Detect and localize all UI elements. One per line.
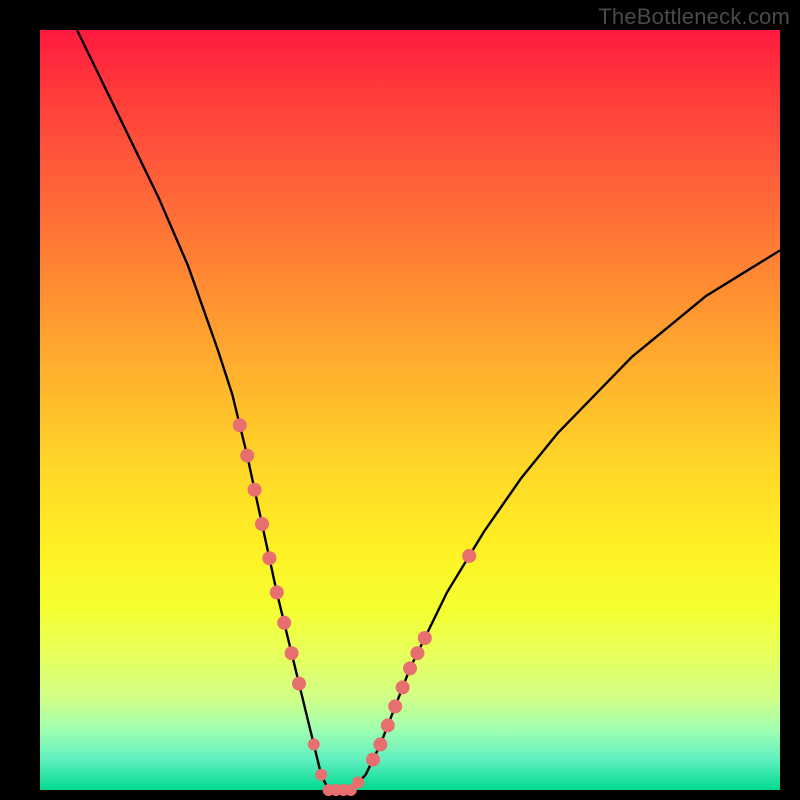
marker-dot — [240, 449, 254, 463]
marker-dot — [255, 517, 269, 531]
bottleneck-curve — [77, 30, 780, 790]
marker-dot — [292, 677, 306, 691]
marker-dot — [373, 737, 387, 751]
marker-dot — [233, 418, 247, 432]
marker-dot — [352, 776, 364, 788]
marker-dot — [285, 646, 299, 660]
watermark-text: TheBottleneck.com — [598, 4, 790, 30]
marker-dot — [277, 616, 291, 630]
marker-dot — [270, 585, 284, 599]
curve-svg — [40, 30, 780, 790]
marker-dot — [381, 718, 395, 732]
marker-dot — [248, 483, 262, 497]
marker-dot — [262, 551, 276, 565]
marker-dot — [388, 699, 402, 713]
marker-dot — [315, 769, 327, 781]
marker-dot — [366, 753, 380, 767]
plot-area — [40, 30, 780, 790]
marker-dot — [403, 661, 417, 675]
chart-frame: TheBottleneck.com — [0, 0, 800, 800]
marker-dot — [410, 646, 424, 660]
marker-dot — [418, 631, 432, 645]
marker-dot — [308, 738, 320, 750]
marker-dot — [396, 680, 410, 694]
marker-dot — [462, 549, 476, 563]
